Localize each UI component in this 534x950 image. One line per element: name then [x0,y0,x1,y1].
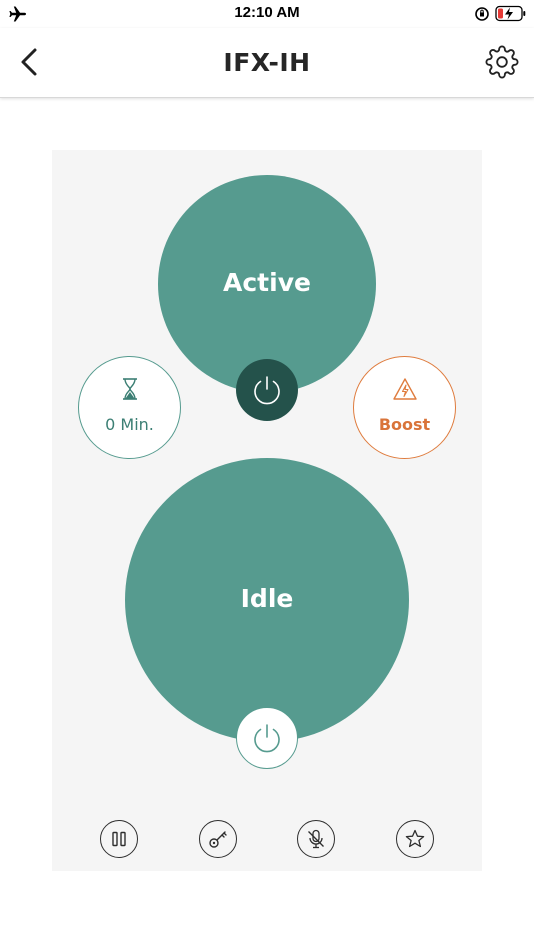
boost-label: Boost [378,415,431,434]
timer-label: 0 Min. [105,415,154,434]
key-button[interactable] [199,820,237,858]
timer-button[interactable]: 0 Min. [78,356,181,459]
microphone-off-button[interactable] [297,820,335,858]
key-icon [209,831,227,848]
status-bar: 12:10 AM [0,0,534,28]
boost-button[interactable]: Boost [353,356,456,459]
pause-button[interactable] [100,820,138,858]
navigation-bar: IFX-IH [0,28,534,98]
zone-idle-circle[interactable]: Idle [125,458,409,742]
pause-icon [112,831,126,847]
power-icon [254,376,280,405]
microphone-off-icon [308,829,324,849]
zone-idle-label: Idle [240,584,294,613]
favorite-button[interactable] [396,820,434,858]
chevron-left-icon [21,48,37,76]
active-power-button[interactable] [236,359,298,421]
lightning-warning-icon [392,378,417,400]
star-icon [405,829,425,848]
orientation-lock-icon [475,7,489,21]
back-button[interactable] [14,44,44,80]
gear-icon [485,45,519,79]
power-icon [254,724,280,753]
settings-button[interactable] [485,45,519,79]
status-time: 12:10 AM [234,4,300,21]
hourglass-icon [122,378,137,400]
battery-charging-icon [495,5,526,22]
control-panel: Active Idle 0 Min. Boost [52,150,482,871]
zone-active-label: Active [223,268,311,297]
idle-power-button[interactable] [236,707,298,769]
page-title: IFX-IH [223,48,311,77]
